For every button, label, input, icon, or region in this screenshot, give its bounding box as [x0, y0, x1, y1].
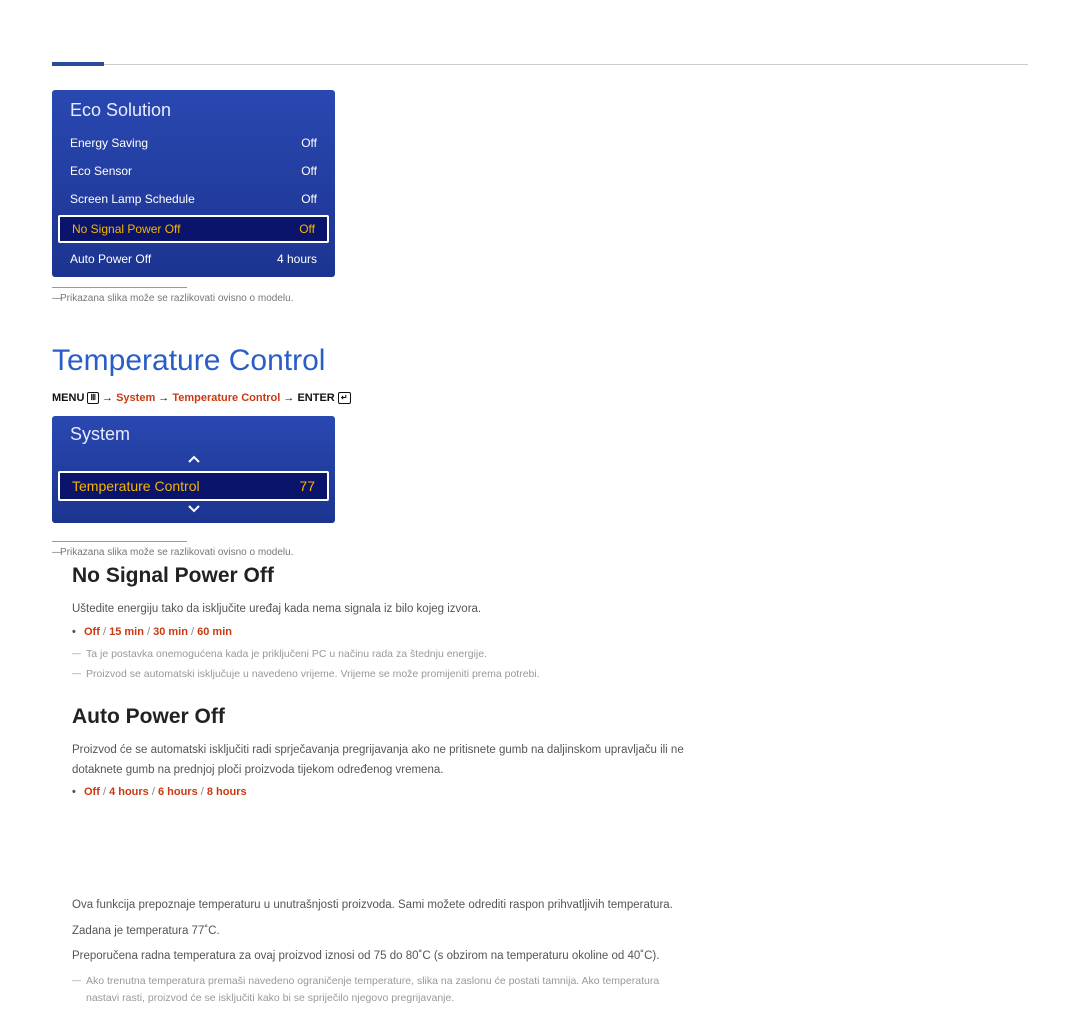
row-value: Off	[301, 192, 317, 206]
para-no-signal: Uštedite energiju tako da isključite ure…	[72, 600, 692, 620]
tc-subnote: Ako trenutna temperatura premaši naveden…	[72, 973, 692, 1007]
subnote-2: Proizvod se automatski isključuje u nave…	[72, 666, 692, 683]
page-top-rule	[52, 64, 1028, 65]
divider-small-2	[52, 541, 187, 542]
eco-solution-panel: Eco Solution Energy Saving Off Eco Senso…	[52, 90, 335, 277]
heading-auto-power-off: Auto Power Off	[72, 705, 692, 729]
options-no-signal: Off / 15 min / 30 min / 60 min	[72, 626, 692, 638]
heading-no-signal-power-off: No Signal Power Off	[72, 564, 692, 588]
row-value: Off	[299, 222, 315, 236]
menu-row-eco-sensor[interactable]: Eco Sensor Off	[52, 157, 335, 185]
row-label: No Signal Power Off	[72, 222, 181, 236]
menu-row-no-signal-selected[interactable]: No Signal Power Off Off	[58, 215, 329, 243]
chevron-down-icon[interactable]	[52, 503, 335, 519]
chevron-up-icon[interactable]	[52, 453, 335, 469]
row-label: Screen Lamp Schedule	[70, 192, 195, 206]
row-label: Auto Power Off	[70, 252, 151, 266]
tc-para-3: Preporučena radna temperatura za ovaj pr…	[72, 947, 692, 967]
system-panel-title: System	[52, 420, 335, 453]
subnote-1: Ta je postavka onemogućena kada je prikl…	[72, 646, 692, 663]
divider-small	[52, 287, 187, 288]
row-value: 77	[299, 478, 315, 494]
menu-row-energy-saving[interactable]: Energy Saving Off	[52, 129, 335, 157]
row-value: Off	[301, 136, 317, 150]
row-value: 4 hours	[277, 252, 317, 266]
row-label: Temperature Control	[72, 478, 200, 494]
menu-row-screen-lamp[interactable]: Screen Lamp Schedule Off	[52, 185, 335, 213]
footnote: ―Prikazana slika može se razlikovati ovi…	[52, 292, 392, 306]
tc-para-2: Zadana je temperatura 77˚C.	[72, 922, 692, 942]
menu-row-auto-power-off[interactable]: Auto Power Off 4 hours	[52, 245, 335, 273]
row-value: Off	[301, 164, 317, 178]
menu-breadcrumb: MENU Ⅲ → System → Temperature Control → …	[52, 392, 392, 404]
system-panel: System Temperature Control 77	[52, 416, 335, 523]
system-row-temperature-control[interactable]: Temperature Control 77	[58, 471, 329, 501]
tc-para-1: Ova funkcija prepoznaje temperaturu u un…	[72, 896, 692, 916]
row-label: Energy Saving	[70, 136, 148, 150]
section-heading-temperature-control: Temperature Control	[52, 344, 392, 378]
para-auto: Proizvod će se automatski isključiti rad…	[72, 741, 692, 780]
page-top-accent	[52, 62, 104, 66]
menu-icon: Ⅲ	[87, 392, 99, 404]
enter-icon: ↵	[338, 392, 351, 404]
row-label: Eco Sensor	[70, 164, 132, 178]
options-auto: Off / 4 hours / 6 hours / 8 hours	[72, 786, 692, 798]
eco-panel-title: Eco Solution	[52, 96, 335, 129]
footnote-2: ―Prikazana slika može se razlikovati ovi…	[52, 546, 392, 560]
